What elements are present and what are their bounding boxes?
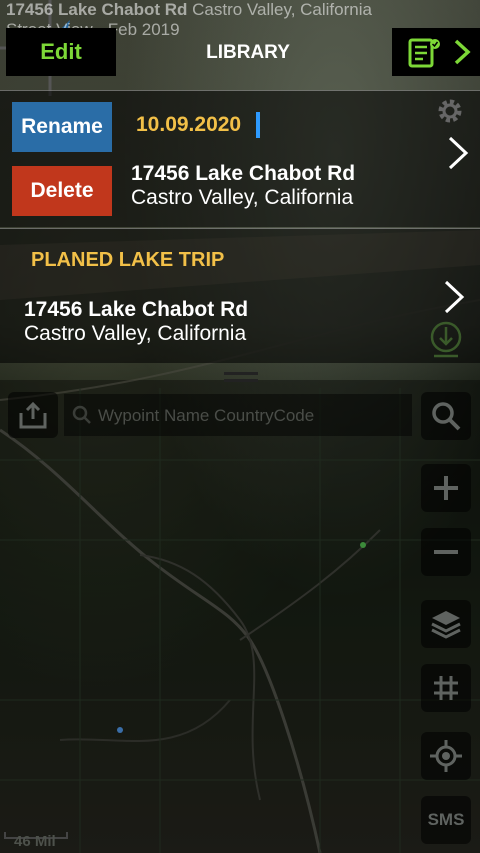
sms-label: SMS xyxy=(427,810,465,829)
map-scale: 46 Mil xyxy=(0,832,70,853)
text-caret xyxy=(256,112,260,138)
minus-icon xyxy=(434,550,458,554)
search-input[interactable] xyxy=(96,402,400,430)
locate-button[interactable] xyxy=(421,732,471,780)
address-line2: Castro Valley, California xyxy=(24,322,247,345)
chevron-right-icon[interactable] xyxy=(442,279,466,315)
streetview-title-bold: 17456 Lake Chabot Rd xyxy=(6,0,188,19)
entry-address: 17456 Lake Chabot Rd Castro Valley, Cali… xyxy=(131,162,355,210)
page-title: LIBRARY xyxy=(206,42,290,63)
grid-button[interactable] xyxy=(421,664,471,712)
search-bar[interactable] xyxy=(64,394,412,436)
search-button[interactable] xyxy=(421,392,471,440)
streetview-title-rest: Castro Valley, California xyxy=(187,0,372,19)
list-menu-button[interactable] xyxy=(392,28,480,76)
delete-button[interactable]: Delete xyxy=(12,166,112,216)
drag-handle[interactable] xyxy=(224,372,258,386)
download-icon[interactable] xyxy=(428,320,464,360)
library-header: Edit LIBRARY xyxy=(0,28,480,82)
layers-icon xyxy=(431,611,461,639)
library-entry[interactable]: Rename Delete 10.09.2020 17456 Lake Chab… xyxy=(0,90,480,227)
grid-icon xyxy=(434,676,458,700)
zoom-in-button[interactable] xyxy=(421,464,471,512)
sms-button[interactable]: SMS xyxy=(421,796,471,844)
share-icon xyxy=(19,401,47,429)
chevron-right-icon[interactable] xyxy=(446,135,470,171)
trip-name: PLANED LAKE TRIP xyxy=(31,249,225,271)
rename-button[interactable]: Rename xyxy=(12,102,112,152)
zoom-out-button[interactable] xyxy=(421,528,471,576)
library-entry[interactable]: PLANED LAKE TRIP 17456 Lake Chabot Rd Ca… xyxy=(0,228,480,363)
address-line1: 17456 Lake Chabot Rd xyxy=(24,298,249,321)
edit-button[interactable]: Edit xyxy=(6,28,116,76)
gear-icon[interactable] xyxy=(435,96,465,126)
entry-date-field[interactable]: 10.09.2020 xyxy=(136,113,241,137)
checklist-icon xyxy=(408,38,440,68)
plus-icon xyxy=(434,476,458,500)
address-line1: 17456 Lake Chabot Rd xyxy=(131,162,356,185)
entry-address: 17456 Lake Chabot Rd Castro Valley, Cali… xyxy=(24,298,248,346)
share-button[interactable] xyxy=(8,392,58,438)
search-icon xyxy=(72,405,91,424)
search-icon xyxy=(432,402,461,431)
layers-button[interactable] xyxy=(421,600,471,648)
chevron-right-icon xyxy=(454,39,471,65)
crosshair-icon xyxy=(430,740,462,772)
scale-label: 46 Mil xyxy=(14,833,56,850)
address-line2: Castro Valley, California xyxy=(131,186,354,209)
